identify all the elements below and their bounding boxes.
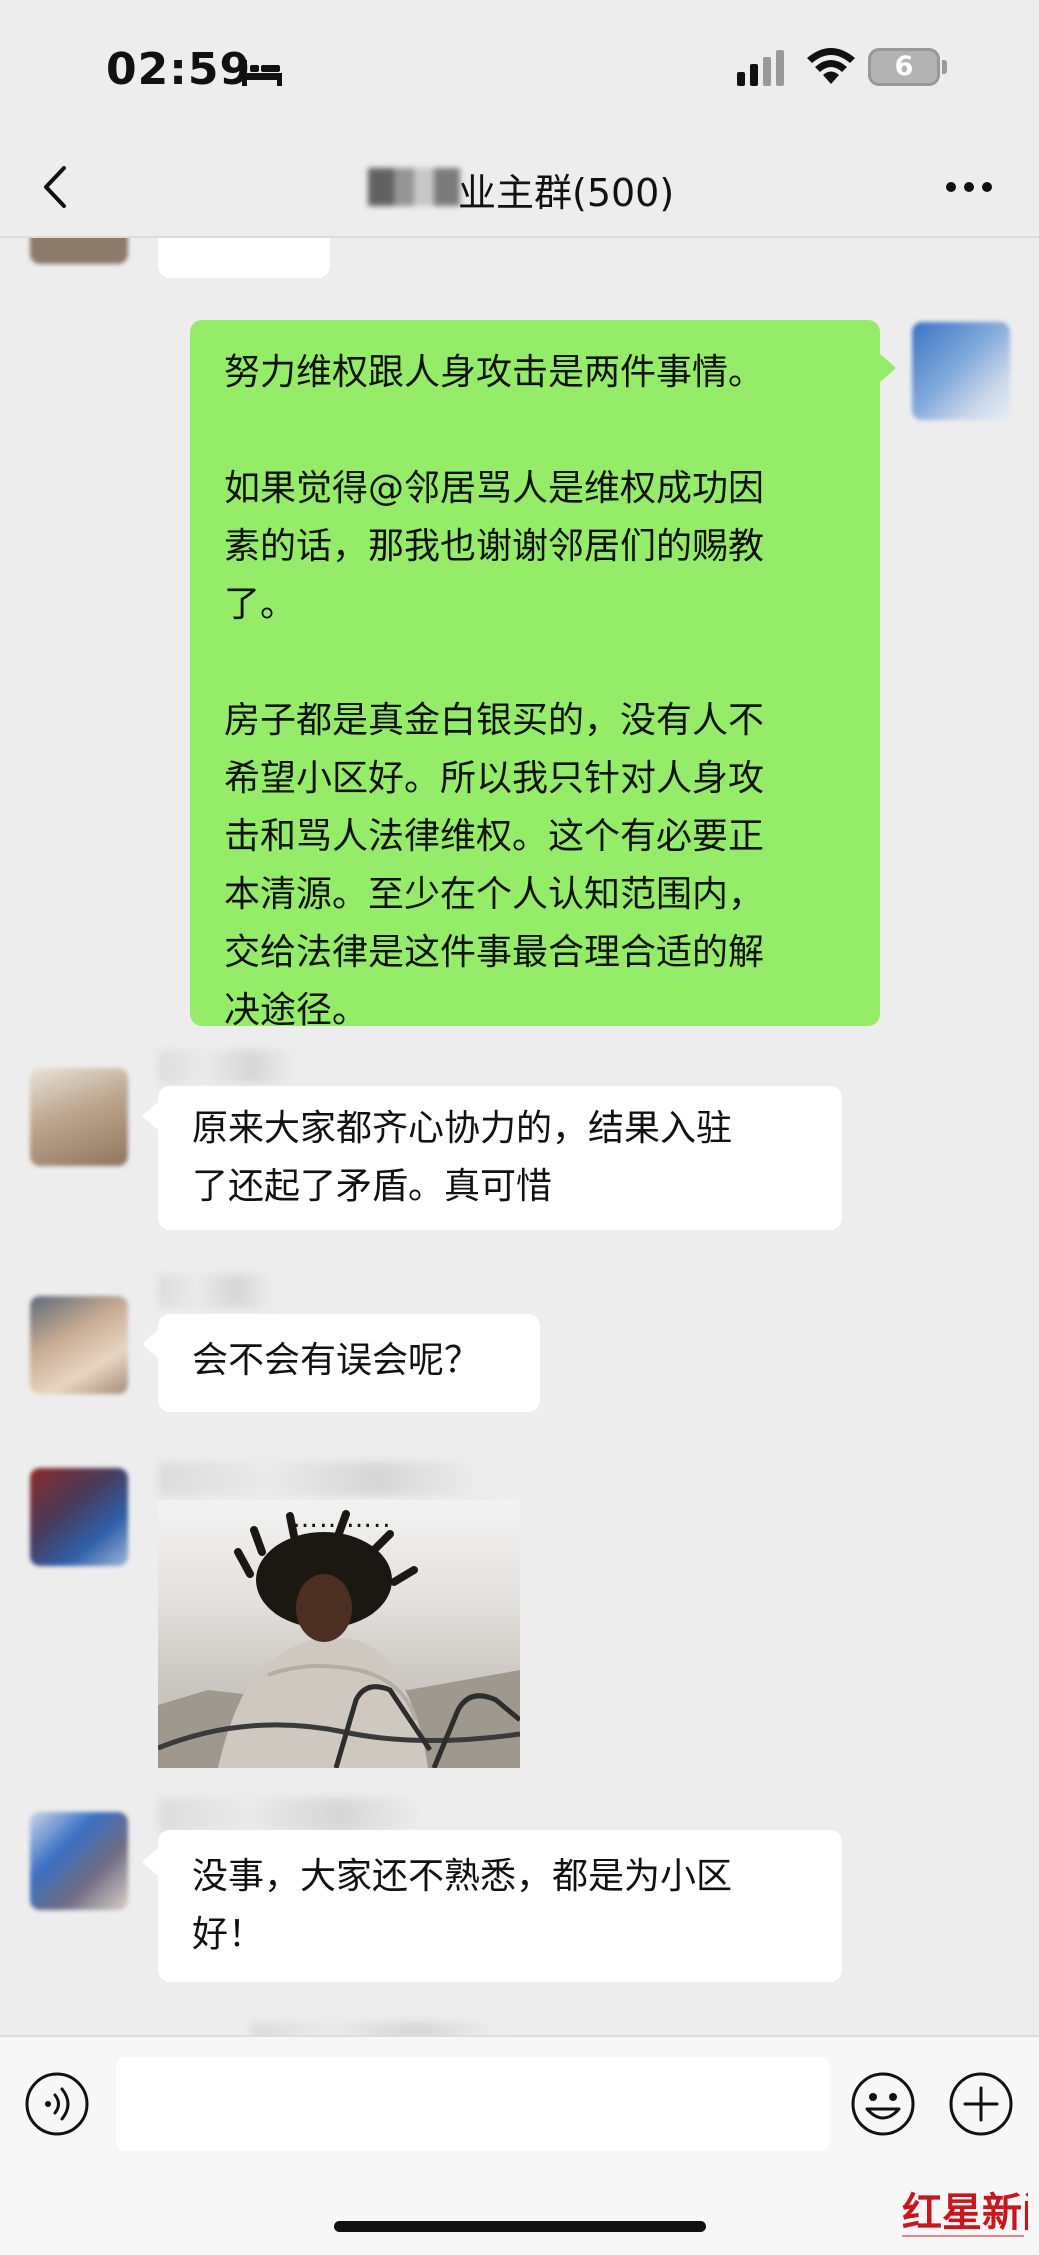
message-bubble[interactable]: 原来大家都齐心协力的，结果入驻 了还起了矛盾。真可惜 bbox=[158, 1086, 842, 1230]
chat-header: 业主群(500) bbox=[0, 140, 1039, 238]
message-text: 原来大家都齐心协力的，结果入驻 了还起了矛盾。真可惜 bbox=[192, 1108, 733, 1207]
message-text: 会不会有误会呢？ bbox=[192, 1340, 481, 1381]
signal-icon bbox=[737, 50, 784, 86]
message-bubble[interactable]: 会不会有误会呢？ bbox=[158, 1314, 540, 1412]
watermark-text: 红星新闻 bbox=[902, 2189, 1028, 2236]
message-text: 没事，大家还不熟悉，都是为小区 好！ bbox=[192, 1856, 733, 1955]
avatar[interactable] bbox=[30, 1812, 128, 1910]
voice-icon[interactable] bbox=[24, 2071, 90, 2137]
message-bubble[interactable]: 没事，大家还不熟悉，都是为小区 好！ bbox=[158, 1830, 842, 1982]
watermark-logo: 红星新闻 bbox=[902, 2189, 1028, 2237]
battery-icon: 6 bbox=[868, 48, 940, 86]
avatar[interactable] bbox=[30, 1068, 128, 1166]
home-indicator[interactable] bbox=[334, 2221, 706, 2232]
message-paragraph: 如果觉得@邻居骂人是维权成功因 素的话，那我也谢谢邻居们的赐教 了。 bbox=[224, 468, 765, 625]
more-icon[interactable] bbox=[944, 180, 994, 194]
status-time: 02:59 bbox=[106, 44, 252, 95]
input-bar: 红星新闻 bbox=[0, 2035, 1039, 2255]
emoji-icon[interactable] bbox=[850, 2071, 916, 2137]
title-redaction bbox=[368, 168, 460, 206]
message-bubble-self[interactable]: 努力维权跟人身攻击是两件事情。 如果觉得@邻居骂人是维权成功因 素的话，那我也谢… bbox=[190, 320, 880, 1031]
battery-tip bbox=[942, 60, 947, 74]
wifi-icon bbox=[807, 48, 855, 84]
battery-level: 6 bbox=[894, 51, 914, 82]
chat-title: 业主群(500) bbox=[458, 171, 675, 215]
bubble-tail bbox=[142, 1848, 158, 1876]
message-paragraph: 房子都是真金白银买的，没有人不 希望小区好。所以我只针对人身攻 击和骂人法律维权… bbox=[224, 700, 765, 1031]
meme-figure bbox=[158, 1510, 520, 1768]
avatar-self[interactable] bbox=[912, 322, 1010, 420]
plus-icon[interactable] bbox=[948, 2071, 1014, 2137]
sender-name-redacted bbox=[158, 1462, 488, 1496]
message-paragraph: 努力维权跟人身攻击是两件事情。 bbox=[224, 352, 765, 393]
bubble-tail bbox=[880, 354, 896, 382]
sender-name-redacted bbox=[158, 1274, 276, 1308]
avatar[interactable] bbox=[30, 1468, 128, 1566]
next-message-redacted bbox=[250, 2022, 500, 2035]
status-bar: 02:59 6 bbox=[0, 0, 1039, 140]
bed-icon bbox=[242, 60, 282, 86]
avatar[interactable] bbox=[30, 1296, 128, 1394]
sender-name-redacted bbox=[158, 1798, 428, 1832]
bubble-tail bbox=[142, 1102, 158, 1130]
message-input[interactable] bbox=[116, 2057, 830, 2151]
avatar[interactable] bbox=[30, 238, 128, 264]
message-list[interactable]: 努力维权跟人身攻击是两件事情。 如果觉得@邻居骂人是维权成功因 素的话，那我也谢… bbox=[0, 238, 1039, 2035]
back-icon[interactable] bbox=[38, 162, 72, 212]
meme-image[interactable]: ……….. bbox=[158, 1500, 520, 1768]
bubble-tail bbox=[142, 1330, 158, 1358]
message-bubble-cut bbox=[158, 238, 330, 278]
sender-name-redacted bbox=[158, 1050, 298, 1084]
